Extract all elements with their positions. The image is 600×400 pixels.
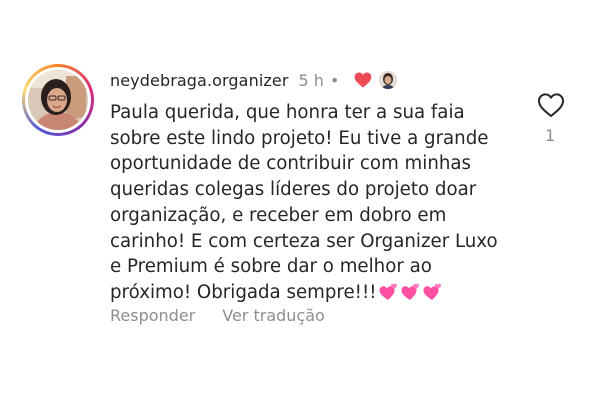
see-translation-button[interactable]: Ver tradução	[222, 306, 325, 325]
comment-actions: Responder Ver tradução	[110, 306, 325, 325]
separator-dot: •	[329, 70, 340, 90]
comment-time: 5 h	[298, 70, 324, 90]
liked-by-author-heart-icon	[353, 70, 373, 90]
two-hearts-icon	[377, 282, 399, 300]
comment-username[interactable]: neydebraga.organizer	[110, 71, 289, 90]
two-hearts-icon	[399, 282, 421, 300]
reply-button[interactable]: Responder	[110, 306, 195, 325]
like-heart-icon[interactable]	[537, 92, 565, 118]
avatar-story-ring[interactable]	[22, 64, 94, 136]
avatar[interactable]	[28, 70, 88, 130]
like-count: 1	[545, 126, 556, 145]
comment: neydebraga.organizer 5 h • Paula querida…	[0, 0, 600, 400]
avatar-photo	[28, 70, 88, 130]
comment-header: neydebraga.organizer 5 h •	[110, 68, 398, 92]
avatar-ring-gap	[25, 67, 91, 133]
author-mini-avatar	[379, 71, 398, 89]
two-hearts-icon	[421, 282, 443, 300]
comment-body: Paula querida, que honra ter a sua faia …	[110, 100, 520, 306]
comment-text: Paula querida, que honra ter a sua faia …	[110, 102, 498, 303]
